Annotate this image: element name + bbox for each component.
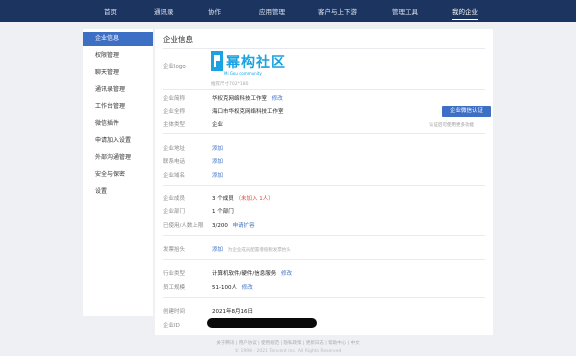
- verify-hint: 认证后可使用更多功能: [429, 123, 474, 128]
- subject-type-value: 企业: [212, 122, 224, 128]
- logo-text: 幂构社区: [226, 55, 286, 71]
- sidebar-item-wechat-plugin[interactable]: 微信插件: [83, 117, 153, 131]
- members-pending[interactable]: （未加入 1人）: [236, 196, 274, 202]
- add-address-link[interactable]: 添加: [212, 144, 223, 152]
- address-label: 企业地址: [163, 146, 186, 152]
- divider: [163, 235, 485, 236]
- nav-tab-contacts[interactable]: 通讯录: [154, 6, 174, 16]
- scale-value: 51-100人 修改: [212, 283, 253, 291]
- sidebar-item-chat[interactable]: 聊天管理: [83, 66, 153, 80]
- verify-enterprise-button[interactable]: 企业微信认证: [442, 106, 491, 117]
- sidebar: 企业信息 权限管理 聊天管理 通讯录管理 工作台管理 微信插件 申请加入设置 外…: [83, 29, 153, 316]
- industry-text: 计算机软件/硬件/信息服务: [212, 271, 277, 277]
- dept-label: 企业部门: [163, 209, 186, 215]
- page-title: 企业信息: [163, 35, 193, 44]
- logo-label: 企业logo: [163, 64, 186, 70]
- logo-subtext: Mi Gou community: [224, 71, 262, 76]
- members-value: 3 个成员 （未加入 1人）: [212, 194, 274, 202]
- invoice-hint: 为企业成员配置增值税发票抬头: [227, 248, 291, 253]
- short-name-label: 企业简称: [163, 96, 186, 102]
- add-phone-link[interactable]: 添加: [212, 157, 223, 165]
- subject-type-label: 主体类型: [163, 122, 186, 128]
- add-invoice-link[interactable]: 添加: [212, 247, 223, 253]
- industry-label: 行业类型: [163, 271, 186, 277]
- add-domain-link[interactable]: 添加: [212, 171, 223, 179]
- enterprise-id-redacted: [207, 318, 317, 328]
- sidebar-item-enterprise-info[interactable]: 企业信息: [83, 32, 153, 46]
- nav-tab-home[interactable]: 首页: [104, 6, 117, 16]
- enterprise-info-panel: 企业信息 企业logo 幂构社区 Mi Gou community 推荐尺寸70…: [155, 29, 493, 335]
- scale-text: 51-100人: [212, 285, 237, 291]
- created-value: 2021年8月16日: [212, 309, 253, 315]
- logo-size-hint: 推荐尺寸702*180: [211, 82, 249, 87]
- divider: [163, 185, 485, 186]
- industry-value: 计算机软件/硬件/信息服务 修改: [212, 269, 292, 277]
- invoice-value: 添加 为企业成员配置增值税发票抬头: [212, 245, 291, 253]
- short-name-text: 华权克网络科技工作室: [212, 96, 268, 102]
- full-name-label: 企业全称: [163, 109, 186, 115]
- divider: [163, 48, 485, 49]
- edit-scale-link[interactable]: 修改: [242, 285, 253, 291]
- nav-tab-tools[interactable]: 管理工具: [392, 6, 418, 16]
- quota-value: 3/200 申请扩容: [212, 221, 255, 229]
- nav-tab-apps[interactable]: 应用管理: [259, 6, 285, 16]
- divider: [163, 133, 485, 134]
- nav-tab-collaboration[interactable]: 协作: [208, 6, 221, 16]
- divider: [163, 89, 485, 90]
- sidebar-item-workbench[interactable]: 工作台管理: [83, 100, 153, 114]
- full-name-value: 海口市华权克网络科技工作室: [212, 109, 284, 115]
- quota-label: 已使用/人数上限: [163, 223, 204, 229]
- enterprise-id-label: 企业ID: [163, 323, 180, 329]
- quota-text: 3/200: [212, 223, 228, 229]
- members-count: 3 个成员: [212, 196, 234, 202]
- edit-short-name-link[interactable]: 修改: [272, 96, 283, 102]
- created-label: 创建时间: [163, 309, 186, 315]
- scale-label: 员工规模: [163, 285, 186, 291]
- apply-expand-link[interactable]: 申请扩容: [233, 223, 255, 229]
- sidebar-item-permissions[interactable]: 权限管理: [83, 49, 153, 63]
- edit-industry-link[interactable]: 修改: [281, 271, 292, 277]
- footer-links[interactable]: 关于腾讯 | 用户协议 | 使用规范 | 隐私政策 | 更新日志 | 帮助中心 …: [0, 340, 576, 346]
- sidebar-item-join-settings[interactable]: 申请加入设置: [83, 134, 153, 148]
- sidebar-item-settings[interactable]: 设置: [83, 185, 153, 199]
- sidebar-item-external[interactable]: 外部沟通管理: [83, 151, 153, 165]
- nav-tab-my-enterprise[interactable]: 我的企业: [452, 6, 478, 20]
- footer-copyright: © 1998 - 2021 Tencent Inc. All Rights Re…: [234, 349, 342, 354]
- divider: [163, 297, 485, 298]
- top-navigation: 首页 通讯录 协作 应用管理 客户与上下游 管理工具 我的企业: [0, 0, 576, 22]
- nav-tab-customers[interactable]: 客户与上下游: [318, 6, 357, 16]
- invoice-label: 发票抬头: [163, 247, 186, 253]
- divider: [163, 259, 485, 260]
- sidebar-item-security[interactable]: 安全与保密: [83, 168, 153, 182]
- domain-label: 企业域名: [163, 173, 186, 179]
- members-label: 企业成员: [163, 196, 186, 202]
- short-name-value: 华权克网络科技工作室 修改: [212, 94, 283, 102]
- enterprise-logo[interactable]: 幂构社区 Mi Gou community: [211, 51, 303, 78]
- sidebar-item-contacts[interactable]: 通讯录管理: [83, 83, 153, 97]
- dept-value: 1 个部门: [212, 209, 234, 215]
- phone-label: 联系电话: [163, 159, 186, 165]
